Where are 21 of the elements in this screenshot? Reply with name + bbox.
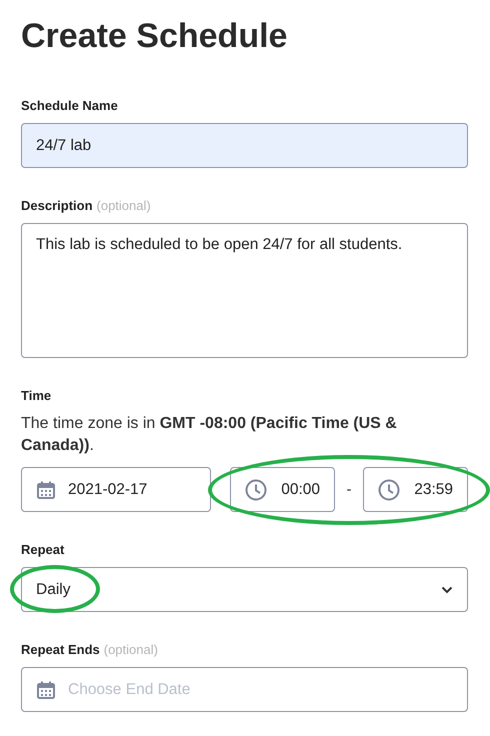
field-label: Time	[21, 388, 52, 403]
field-label: Repeat	[21, 542, 64, 557]
name-field[interactable]: 24/7 lab	[21, 123, 468, 168]
calendar-icon	[36, 480, 56, 500]
repeat-dropdown[interactable]: Daily	[21, 567, 468, 612]
field-label: Repeat Ends	[21, 642, 100, 657]
separator-text: -	[346, 481, 352, 498]
date-field[interactable]: 2021-02-17	[21, 467, 211, 512]
end-time-field[interactable]: 23:59	[363, 467, 468, 512]
timezone-note: The time zone is in GMT -08:00 (Pacific Time (US & Canada)).	[21, 414, 398, 456]
page-title: Create Schedule	[21, 16, 288, 57]
chevron-down-icon	[441, 586, 453, 594]
field-label: Schedule Name	[21, 98, 118, 113]
field-label: Description	[21, 198, 93, 213]
clock-icon	[378, 478, 400, 500]
calendar-icon	[36, 680, 56, 700]
start-time-field[interactable]: 00:00	[230, 467, 335, 512]
optional-hint: (optional)	[96, 198, 151, 213]
clock-icon	[245, 478, 267, 500]
description-field[interactable]: This lab is scheduled to be open 24/7 for all students.	[21, 223, 468, 358]
optional-hint: (optional)	[104, 642, 158, 657]
